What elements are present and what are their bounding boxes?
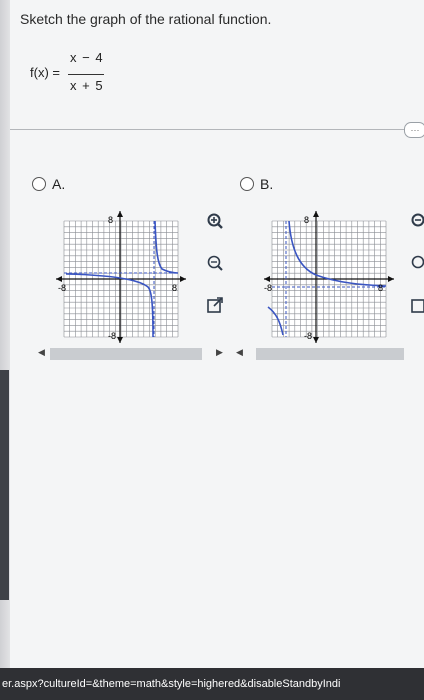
option-b-radio[interactable] bbox=[240, 177, 254, 191]
graph-b-scrollbar[interactable] bbox=[256, 348, 404, 360]
expand-button[interactable]: ··· bbox=[404, 122, 424, 138]
zoom-in-icon[interactable] bbox=[410, 212, 424, 230]
graph-a-scrollbar[interactable] bbox=[50, 348, 202, 360]
function-definition: f(x) = x − 4 x + 5 bbox=[30, 50, 150, 100]
option-a-label: A. bbox=[52, 176, 66, 192]
option-a-radio[interactable] bbox=[32, 177, 46, 191]
fraction-bar bbox=[68, 74, 104, 75]
zoom-in-icon[interactable] bbox=[206, 212, 224, 230]
left-edge-mark bbox=[0, 370, 9, 600]
left-edge bbox=[0, 0, 10, 700]
browser-status-bar: er.aspx?cultureId=&theme=math&style=high… bbox=[0, 668, 424, 700]
graph-b-tick-right: 8 bbox=[378, 283, 383, 293]
url-text: er.aspx?cultureId=&theme=math&style=high… bbox=[2, 678, 341, 690]
popout-icon[interactable] bbox=[206, 296, 224, 314]
zoom-out-icon[interactable] bbox=[410, 254, 424, 272]
graph-b-tools bbox=[410, 212, 424, 338]
graph-a[interactable]: 8 -8 8 -8 bbox=[50, 207, 190, 352]
graph-a-tick-right: 8 bbox=[172, 283, 177, 293]
graph-a-tick-bottom: -8 bbox=[108, 331, 116, 341]
scroll-right-icon[interactable]: ▶ bbox=[216, 347, 223, 358]
graph-a-tools bbox=[206, 212, 226, 338]
scroll-left-icon[interactable]: ◀ bbox=[38, 347, 45, 358]
graph-a-tick-top: 8 bbox=[108, 215, 113, 225]
scroll-left-icon[interactable]: ◀ bbox=[236, 347, 243, 358]
graph-b-tick-bottom: -8 bbox=[304, 331, 312, 341]
graph-b-tick-left: -8 bbox=[264, 283, 272, 293]
numerator: x − 4 bbox=[70, 50, 104, 65]
denominator: x + 5 bbox=[70, 78, 104, 93]
zoom-out-icon[interactable] bbox=[206, 254, 224, 272]
function-label: f(x) = bbox=[30, 65, 60, 80]
graph-a-tick-left: -8 bbox=[58, 283, 66, 293]
option-b[interactable]: B. bbox=[240, 176, 273, 192]
graph-b[interactable]: 8 -8 8 -8 bbox=[258, 207, 398, 352]
graph-b-tick-top: 8 bbox=[304, 215, 309, 225]
popout-icon[interactable] bbox=[410, 296, 424, 314]
option-b-label: B. bbox=[260, 176, 274, 192]
option-a[interactable]: A. bbox=[32, 176, 65, 192]
section-divider bbox=[10, 129, 410, 130]
question-title: Sketch the graph of the rational functio… bbox=[20, 11, 272, 27]
